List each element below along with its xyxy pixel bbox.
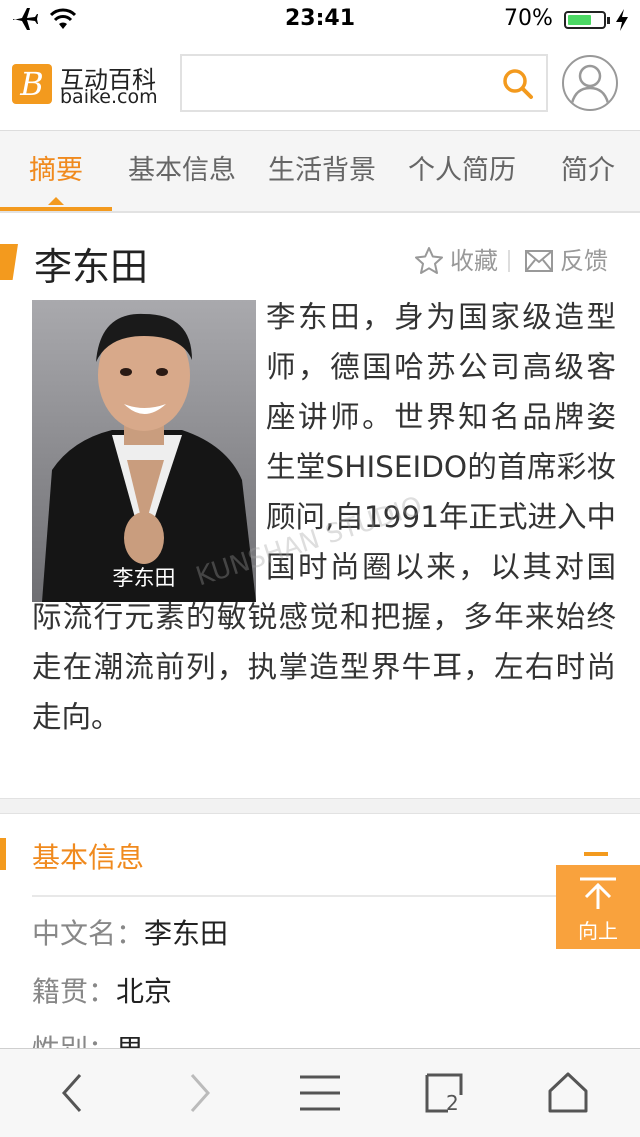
- menu-button[interactable]: [280, 1049, 360, 1137]
- tabs-button[interactable]: 2: [404, 1049, 484, 1137]
- article-actions: 收藏 反馈: [414, 244, 614, 278]
- user-avatar-icon[interactable]: [562, 55, 618, 111]
- search-icon[interactable]: [502, 68, 534, 100]
- info-key: 籍贯：: [32, 975, 117, 1008]
- info-value: 李东田: [144, 917, 229, 950]
- tab-introduction[interactable]: 简介: [532, 131, 640, 211]
- favorite-button[interactable]: 收藏: [450, 244, 498, 278]
- section-tabs: 摘要 基本信息 生活背景 个人简历 简介: [0, 131, 640, 213]
- menu-icon: [300, 1075, 340, 1111]
- site-header: B 互动百科 baike.com: [0, 40, 640, 131]
- home-button[interactable]: [528, 1049, 608, 1137]
- info-value: 北京: [116, 975, 173, 1008]
- browser-toolbar: 2: [0, 1048, 640, 1137]
- mail-icon[interactable]: [524, 248, 554, 274]
- feedback-button[interactable]: 反馈: [560, 244, 608, 278]
- info-key: 中文名：: [32, 917, 145, 950]
- search-input[interactable]: [190, 62, 494, 104]
- charging-icon: [616, 9, 628, 31]
- title-marker: [0, 244, 18, 280]
- search-box: [180, 54, 548, 112]
- basic-info-title: 基本信息: [32, 841, 145, 874]
- logo-text-en: baike.com: [60, 86, 158, 108]
- active-tab-caret: [48, 197, 64, 205]
- active-tab-indicator: [0, 207, 112, 211]
- battery-icon: [564, 11, 610, 29]
- back-to-top-label: 向上: [578, 919, 618, 943]
- chevron-right-icon: [190, 1074, 211, 1112]
- status-bar: 23:41 70%: [0, 0, 640, 40]
- battery-percentage: 70%: [504, 6, 553, 31]
- info-row-chinese-name: 中文名：李东田: [32, 912, 228, 952]
- section-separator: [0, 798, 640, 814]
- info-row-native-place: 籍贯：北京: [32, 970, 172, 1010]
- page-title: 李东田: [34, 245, 149, 289]
- tab-resume[interactable]: 个人简历: [392, 131, 532, 211]
- back-button[interactable]: [34, 1049, 114, 1137]
- arrow-up-icon: [580, 877, 616, 909]
- back-to-top-button[interactable]: 向上: [556, 865, 640, 949]
- info-section-marker: [0, 838, 6, 870]
- info-divider: [32, 895, 608, 897]
- star-icon[interactable]: [414, 246, 444, 276]
- tab-life-background[interactable]: 生活背景: [252, 131, 392, 211]
- collapse-icon[interactable]: [584, 852, 608, 856]
- chevron-left-icon: [61, 1074, 82, 1112]
- tab-basic-info[interactable]: 基本信息: [112, 131, 252, 211]
- site-logo[interactable]: B 互动百科 baike.com: [12, 62, 172, 112]
- summary-text: 李东田，身为国家级造型师，德国哈苏公司高级客座讲师。世界知名品牌姿生堂SHISE…: [32, 300, 616, 734]
- logo-mark-icon: B: [12, 64, 52, 104]
- actions-divider: [508, 250, 510, 272]
- tab-count: 2: [446, 1091, 459, 1115]
- home-icon: [548, 1072, 588, 1113]
- forward-button[interactable]: [158, 1049, 238, 1137]
